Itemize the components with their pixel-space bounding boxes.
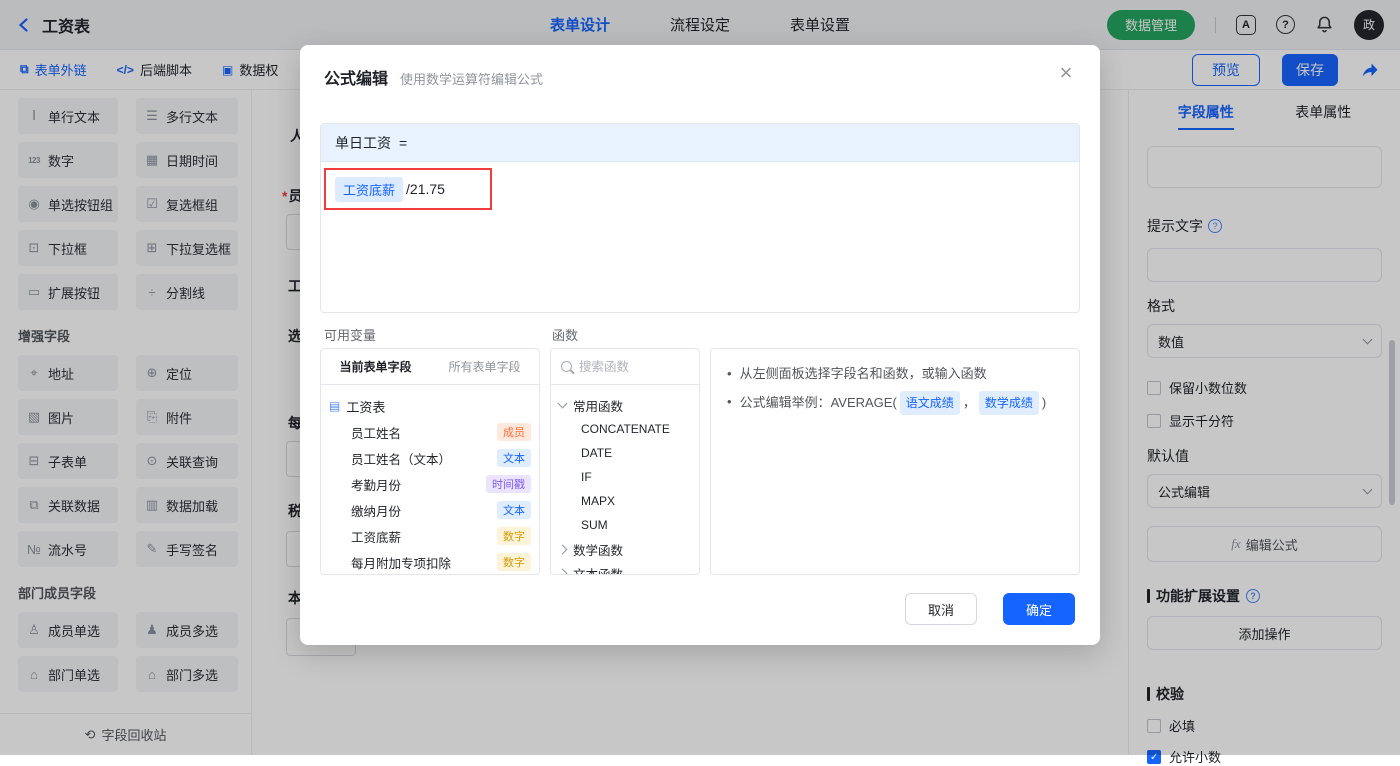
tip-line: • 公式编辑举例：AVERAGE( 语文成绩 ， 数学成绩 ) [727, 391, 1063, 415]
tab-all-form-fields[interactable]: 所有表单字段 [430, 349, 539, 384]
chevron-right-icon [557, 544, 568, 554]
field-type-tag: 文本 [497, 449, 531, 467]
equals-sign: = [399, 134, 408, 151]
field-type-tag: 文本 [497, 501, 531, 519]
function-group-text[interactable]: 文本函数 [557, 561, 691, 574]
function-item[interactable]: CONCATENATE [559, 417, 691, 441]
formula-target-bar: 单日工资 = [321, 124, 1079, 162]
formula-edit-dialog: 公式编辑 使用数学运算符编辑公式 × 单日工资 = 工资底薪 /21.75 可用… [300, 45, 1100, 645]
function-item[interactable]: DATE [559, 441, 691, 465]
function-search[interactable] [551, 349, 699, 385]
function-item[interactable]: IF [559, 465, 691, 489]
function-item[interactable]: SUM [559, 513, 691, 537]
example-field-chip: 数学成绩 [978, 391, 1039, 415]
field-type-tag: 数字 [497, 553, 531, 571]
variables-label: 可用变量 [324, 328, 377, 343]
example-field-chip: 语文成绩 [899, 391, 960, 415]
tip-text: 从左侧面板选择字段名和函数，或输入函数 [739, 366, 987, 381]
cancel-button[interactable]: 取消 [905, 593, 977, 625]
formula-editor[interactable]: 单日工资 = 工资底薪 /21.75 [320, 123, 1080, 313]
annotation-box: 工资底薪 /21.75 [324, 168, 492, 210]
tip-example: 公式编辑举例：AVERAGE( 语文成绩 ， 数学成绩 ) [740, 391, 1046, 415]
variable-item[interactable]: 工资底薪 数字 [329, 523, 531, 549]
confirm-button[interactable]: 确定 [1003, 593, 1075, 625]
search-icon [561, 361, 572, 372]
variables-tree-root[interactable]: ▤ 工资表 [329, 393, 531, 419]
function-search-input[interactable] [579, 359, 689, 374]
variable-item[interactable]: 缴纳月份 文本 [329, 497, 531, 523]
chevron-down-icon [557, 398, 568, 409]
tip-line: • 从左侧面板选择字段名和函数，或输入函数 [727, 363, 1063, 385]
formula-expression: /21.75 [406, 181, 445, 197]
functions-panel: 常用函数 CONCATENATE DATE IF MAPX SUM 数学函数 文… [550, 348, 700, 575]
functions-label: 函数 [552, 328, 579, 343]
chevron-right-icon [557, 568, 568, 574]
field-type-tag: 时间戳 [486, 475, 531, 493]
close-icon[interactable]: × [1052, 59, 1080, 87]
tips-panel: • 从左侧面板选择字段名和函数，或输入函数 • 公式编辑举例：AVERAGE( … [710, 348, 1080, 575]
function-item[interactable]: MAPX [559, 489, 691, 513]
formula-body[interactable]: 工资底薪 /21.75 [321, 162, 1079, 312]
dialog-title: 公式编辑 [324, 71, 389, 88]
document-icon: ▤ [329, 399, 341, 413]
variable-item[interactable]: 考勤月份 时间戳 [329, 471, 531, 497]
function-group-math[interactable]: 数学函数 [557, 537, 691, 561]
formula-field-chip[interactable]: 工资底薪 [335, 176, 404, 202]
function-group-common[interactable]: 常用函数 [557, 393, 691, 417]
field-type-tag: 数字 [497, 527, 531, 545]
variable-item[interactable]: 员工姓名 成员 [329, 419, 531, 445]
tab-current-form-fields[interactable]: 当前表单字段 [321, 349, 430, 384]
field-type-tag: 成员 [497, 423, 531, 441]
dialog-subtitle: 使用数学运算符编辑公式 [400, 72, 544, 87]
variable-item[interactable]: 员工姓名（文本） 文本 [329, 445, 531, 471]
variable-item[interactable]: 每月附加专项扣除 数字 [329, 549, 531, 574]
formula-target-field: 单日工资 [335, 134, 391, 151]
variables-panel: 当前表单字段 所有表单字段 ▤ 工资表 员工姓名 成员 员工姓名（文本） 文本 … [320, 348, 540, 575]
